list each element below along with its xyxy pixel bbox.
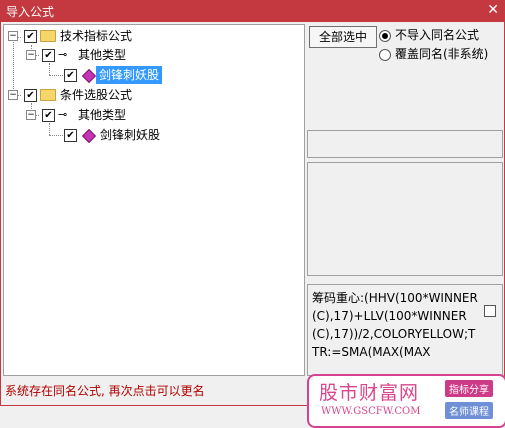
collapse-icon[interactable]: − [8, 90, 18, 100]
radio-label: 覆盖同名(非系统) [395, 47, 489, 61]
info-field [307, 130, 503, 158]
checkbox-checked-icon[interactable]: ✔ [64, 129, 77, 142]
tree-node-label-selected: 剑锋刺妖股 [96, 66, 163, 84]
radio-no-import[interactable]: 不导入同名公式 [379, 26, 479, 44]
tree-node-label: 技术指标公式 [60, 29, 133, 43]
checkbox-checked-icon[interactable]: ✔ [24, 89, 37, 102]
tree-node-label: 其他类型 [78, 48, 127, 62]
checkbox-checked-icon[interactable]: ✔ [24, 30, 37, 43]
tree-node-other-types[interactable]: − ✔ ⊸ 其他类型 [4, 106, 304, 124]
tree-node-label: 剑锋刺妖股 [100, 128, 161, 142]
tree-node-label: 其他类型 [78, 108, 127, 122]
watermark-tag-share: 指标分享 [445, 380, 493, 397]
checkbox-checked-icon[interactable]: ✔ [42, 109, 55, 122]
window-title: 导入公式 [6, 5, 55, 19]
collapse-icon[interactable]: − [8, 31, 18, 41]
formula-diamond-icon [81, 128, 97, 144]
tree-node-formula-item[interactable]: ✔ 剑锋刺妖股 [4, 126, 304, 144]
folder-icon [40, 89, 56, 101]
description-area [307, 162, 503, 276]
close-icon[interactable]: ✕ [487, 2, 499, 18]
dialog-body: − ✔ 技术指标公式 − ✔ ⊸ 其他类型 ✔ 剑锋刺妖股 − ✔ 条件选股公式… [0, 22, 505, 428]
radio-selected-icon[interactable] [379, 29, 391, 42]
options-pane: 全部选中 不导入同名公式 覆盖同名(非系统) 筹码重心:(HHV(100*WIN… [307, 24, 503, 376]
formula-code-text: 筹码重心:(HHV(100*WINNER(C),17)+LLV(100*WINN… [312, 291, 478, 359]
collapse-icon[interactable]: − [26, 50, 36, 60]
tree-node-stock-selection-formulas[interactable]: − ✔ 条件选股公式 [4, 86, 304, 104]
radio-overwrite[interactable]: 覆盖同名(非系统) [379, 45, 488, 63]
formula-code-preview[interactable]: 筹码重心:(HHV(100*WINNER(C),17)+LLV(100*WINN… [307, 284, 503, 376]
status-message: 系统存在同名公式, 再次点击可以更名 [5, 384, 205, 398]
radio-unselected-icon[interactable] [379, 48, 391, 61]
watermark-logo-text: 股市财富网 [319, 382, 420, 404]
watermark-logo: 股市财富网 WWW.GSCFW.COM 指标分享 名师课程 [307, 374, 505, 428]
radio-label: 不导入同名公式 [395, 28, 480, 42]
checkbox-checked-icon[interactable]: ✔ [64, 69, 77, 82]
title-bar: 导入公式 ✕ [0, 0, 505, 22]
tree-node-other-types[interactable]: − ✔ ⊸ 其他类型 [4, 46, 304, 64]
watermark-tag-course: 名师课程 [445, 402, 493, 419]
tree-node-technical-formulas[interactable]: − ✔ 技术指标公式 [4, 27, 304, 45]
formula-diamond-icon [81, 68, 97, 84]
key-icon: ⊸ [58, 108, 68, 121]
formula-tree[interactable]: − ✔ 技术指标公式 − ✔ ⊸ 其他类型 ✔ 剑锋刺妖股 − ✔ 条件选股公式… [3, 24, 305, 376]
folder-icon [40, 30, 56, 42]
tree-node-formula-item[interactable]: ✔ 剑锋刺妖股 [4, 66, 304, 84]
collapse-icon[interactable]: − [26, 110, 36, 120]
checkbox-unchecked-icon[interactable] [484, 305, 496, 317]
select-all-button[interactable]: 全部选中 [309, 26, 377, 48]
tree-node-label: 条件选股公式 [60, 88, 133, 102]
watermark-url: WWW.GSCFW.COM [321, 406, 421, 417]
checkbox-checked-icon[interactable]: ✔ [42, 49, 55, 62]
key-icon: ⊸ [58, 48, 68, 61]
